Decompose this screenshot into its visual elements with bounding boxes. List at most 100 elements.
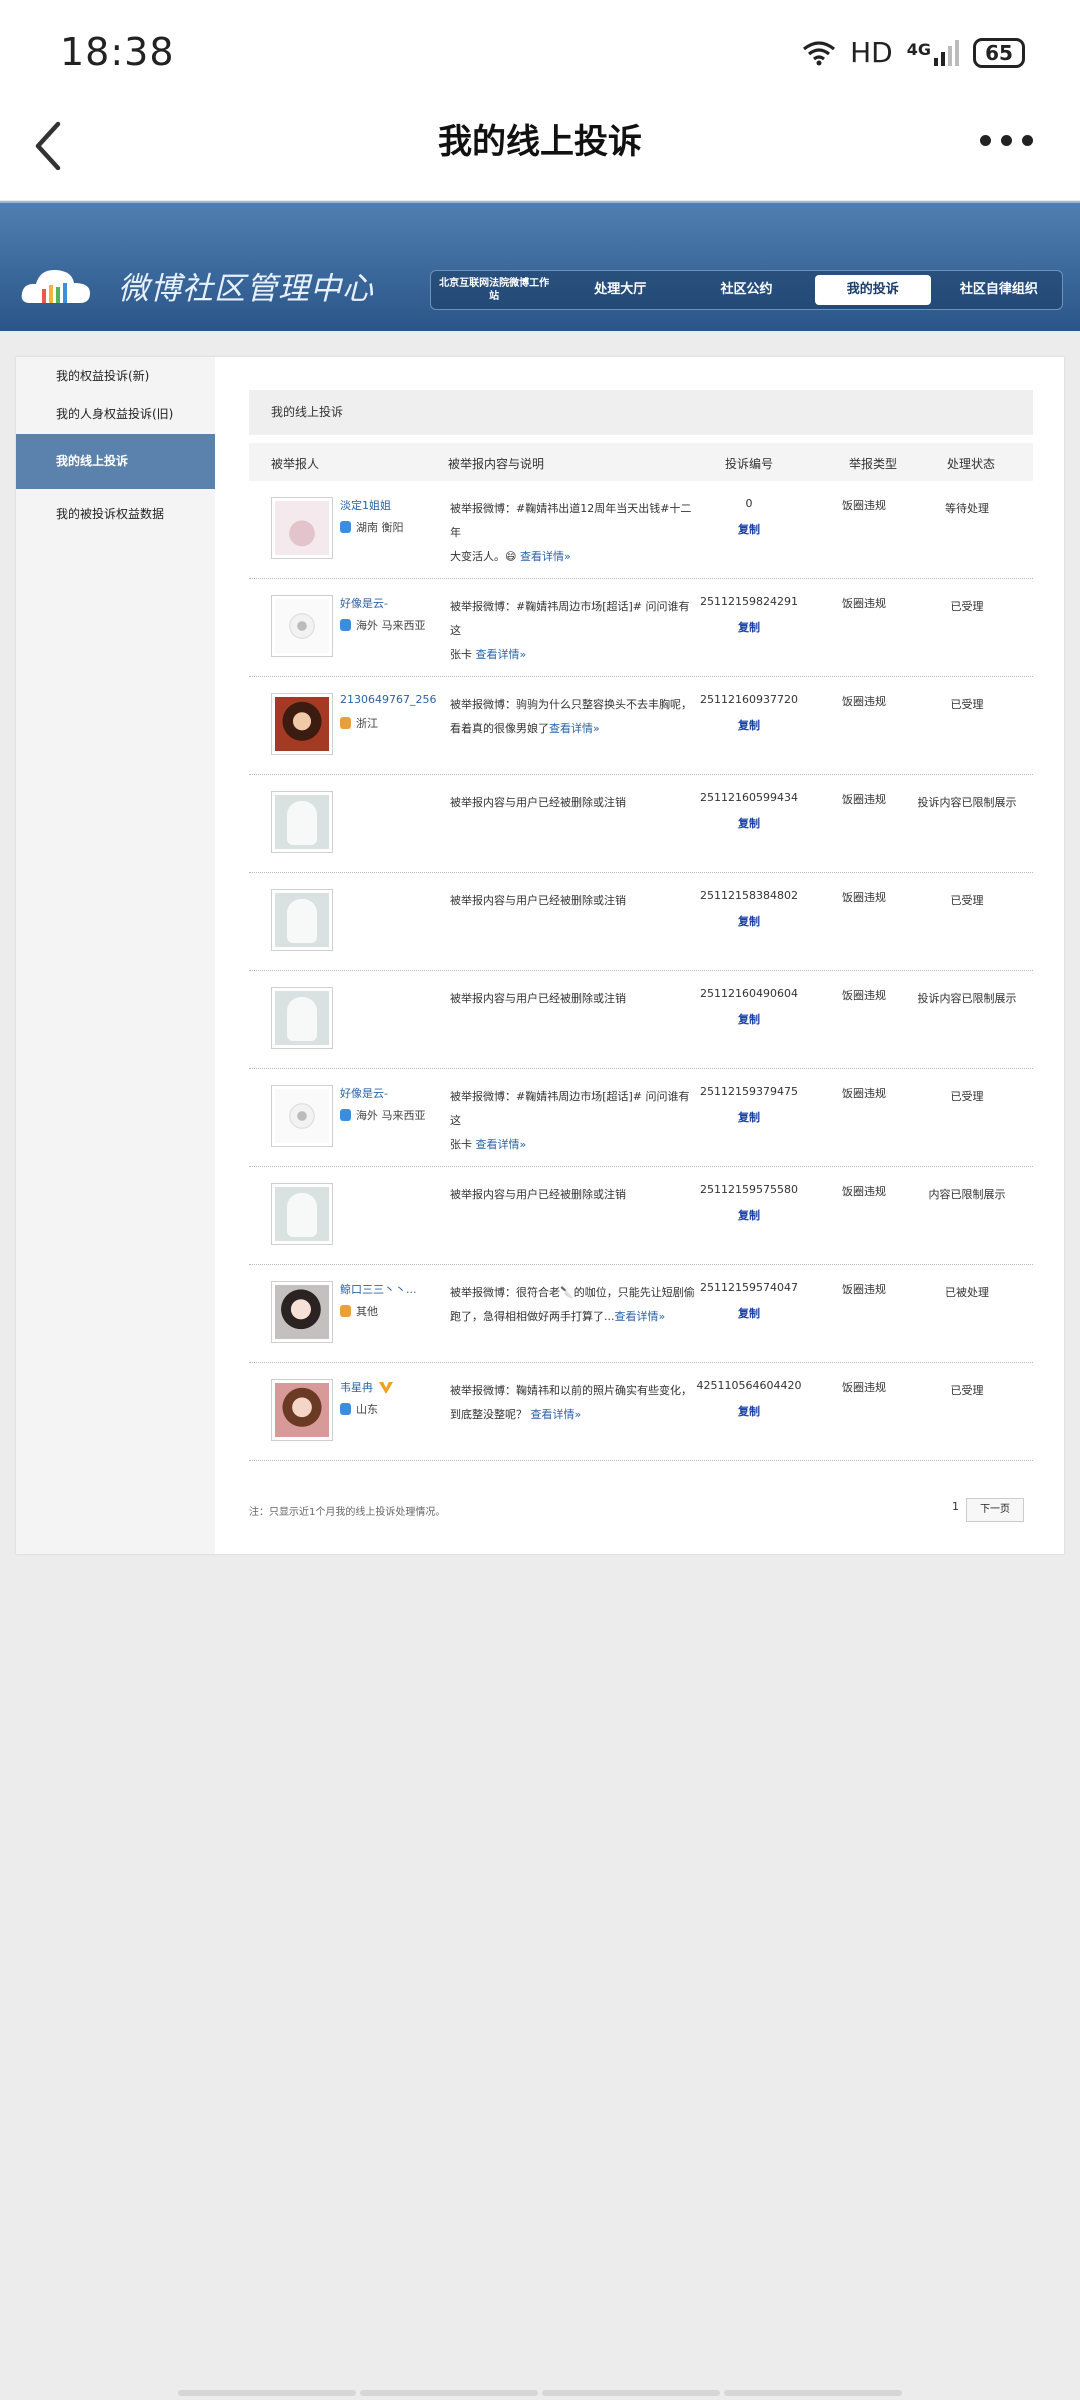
nav-self-regulation[interactable]: 社区自律组织 xyxy=(941,275,1057,305)
sidebar-item-online-complaints[interactable]: 我的线上投诉 xyxy=(16,434,215,489)
reported-username[interactable]: 淡定1姐姐 xyxy=(340,497,391,513)
status-text: 投诉内容已限制展示 xyxy=(917,992,1017,1005)
view-details-link[interactable]: 查看详情» xyxy=(476,648,527,661)
report-type: 饭圈违规 xyxy=(842,597,886,610)
avatar[interactable] xyxy=(271,1183,333,1245)
status-text: 已受理 xyxy=(950,1090,984,1103)
complaint-content: 被举报微博：#鞠婧祎周边市场[超话]# 问问谁有这 张卡 查看详情» xyxy=(450,1085,695,1157)
status-text: 已被处理 xyxy=(945,1286,989,1299)
complaint-id: 25112160937720 xyxy=(700,693,798,706)
status-text: 已受理 xyxy=(950,698,984,711)
copy-button[interactable]: 复制 xyxy=(689,1207,809,1223)
reported-username[interactable]: 好像是云- xyxy=(340,1085,388,1101)
content-line-1: 被举报微博：#鞠婧祎出道12周年当天出钱#十二年 xyxy=(450,502,692,539)
sidebar-item-complained-rights-data[interactable]: 我的被投诉权益数据 xyxy=(16,505,215,522)
user-location: 海外 马来西亚 xyxy=(340,1107,426,1123)
copy-button[interactable]: 复制 xyxy=(689,1305,809,1321)
complaint-content: 被举报内容与用户已经被删除或注销 xyxy=(450,1183,695,1207)
status-icons: HD 4G 65 xyxy=(802,36,1025,69)
page-number[interactable]: 1 xyxy=(952,1500,959,1513)
complaint-id: 25112160490604 xyxy=(700,987,798,1000)
status-text: 等待处理 xyxy=(945,502,989,515)
nav-processing-hall[interactable]: 处理大厅 xyxy=(562,275,678,305)
gesture-bar xyxy=(178,2390,902,2396)
reported-username[interactable]: 鲸口三三丶丶... xyxy=(340,1281,417,1297)
avatar[interactable] xyxy=(271,1085,333,1147)
content-panel: 我的权益投诉(新) 我的人身权益投诉(旧) 我的线上投诉 我的被投诉权益数据 我… xyxy=(16,357,1064,1554)
user-gender-icon xyxy=(340,1403,351,1415)
user-gender-icon xyxy=(340,521,351,533)
report-type: 饭圈违规 xyxy=(842,1381,886,1394)
avatar[interactable] xyxy=(271,791,333,853)
sidebar-item-personal-rights-old[interactable]: 我的人身权益投诉(旧) xyxy=(16,405,215,422)
nav-court-workstation[interactable]: 北京互联网法院微博工作站 xyxy=(436,275,552,305)
network-label: HD xyxy=(850,36,893,69)
view-details-link[interactable]: 查看详情» xyxy=(531,1408,582,1421)
top-nav: 北京互联网法院微博工作站 处理大厅 社区公约 我的投诉 社区自律组织 xyxy=(430,270,1063,310)
user-gender-icon xyxy=(340,1109,351,1121)
copy-button[interactable]: 复制 xyxy=(689,815,809,831)
cloud-logo-icon xyxy=(21,269,90,303)
view-details-link[interactable]: 查看详情» xyxy=(520,550,571,563)
copy-button[interactable]: 复制 xyxy=(689,521,809,537)
complaint-table: 淡定1姐姐 湖南 衡阳 被举报微博：#鞠婧祎出道12周年当天出钱#十二年 大变活人。😄… xyxy=(249,481,1033,1461)
nav-my-complaints[interactable]: 我的投诉 xyxy=(814,275,931,305)
user-location: 其他 xyxy=(340,1303,378,1319)
content-line-2: 看着真的很像男娘了 xyxy=(450,722,549,735)
more-options-icon[interactable] xyxy=(980,130,1040,150)
nav-community-rules[interactable]: 社区公约 xyxy=(688,275,804,305)
copy-button[interactable]: 复制 xyxy=(689,913,809,929)
content-line-1: 被举报内容与用户已经被删除或注销 xyxy=(450,992,626,1005)
col-reported-user: 被举报人 xyxy=(271,457,320,471)
avatar[interactable] xyxy=(271,1379,333,1441)
avatar[interactable] xyxy=(271,987,333,1049)
avatar[interactable] xyxy=(271,1281,333,1343)
report-type: 饭圈违规 xyxy=(842,499,886,512)
status-text: 投诉内容已限制展示 xyxy=(917,796,1017,809)
location-text: 山东 xyxy=(356,1403,378,1416)
content-line-1: 被举报微博：鞠婧祎和以前的照片确实有些变化， xyxy=(450,1384,692,1397)
complaint-id: 0 xyxy=(745,497,753,510)
view-details-link[interactable]: 查看详情» xyxy=(476,1138,527,1151)
user-location: 海外 马来西亚 xyxy=(340,617,426,633)
reported-username[interactable]: 2130649767_256 xyxy=(340,693,436,706)
content-line-2: 张卡 xyxy=(450,648,476,661)
table-header: 被举报人 被举报内容与说明 投诉编号 举报类型 处理状态 xyxy=(249,443,1033,481)
report-type: 饭圈违规 xyxy=(842,1283,886,1296)
content-line-1: 被举报微博：驹驹为什么只整容换头不去丰胸呢， xyxy=(450,698,692,711)
copy-button[interactable]: 复制 xyxy=(689,619,809,635)
sidebar: 我的权益投诉(新) 我的人身权益投诉(旧) 我的线上投诉 我的被投诉权益数据 xyxy=(16,357,215,1554)
col-status: 处理状态 xyxy=(947,457,996,471)
avatar[interactable] xyxy=(271,497,333,559)
battery-icon: 65 xyxy=(973,37,1025,68)
copy-button[interactable]: 复制 xyxy=(689,717,809,733)
complaint-id: 25112159574047 xyxy=(700,1281,798,1294)
content-line-1: 被举报内容与用户已经被删除或注销 xyxy=(450,796,626,809)
complaint-content: 被举报微博：#鞠婧祎出道12周年当天出钱#十二年 大变活人。😄 查看详情» xyxy=(450,497,695,569)
reported-username[interactable]: 好像是云- xyxy=(340,595,388,611)
sidebar-item-rights-complaints-new[interactable]: 我的权益投诉(新) xyxy=(16,367,215,384)
reported-username[interactable]: 韦星冉 xyxy=(340,1379,393,1395)
location-text: 浙江 xyxy=(356,717,378,730)
complaint-id: 25112160599434 xyxy=(700,791,798,804)
main-content: 我的线上投诉 被举报人 被举报内容与说明 投诉编号 举报类型 处理状态 淡定1姐… xyxy=(249,390,1033,1461)
copy-button[interactable]: 复制 xyxy=(689,1109,809,1125)
table-row: 淡定1姐姐 湖南 衡阳 被举报微博：#鞠婧祎出道12周年当天出钱#十二年 大变活人。😄… xyxy=(249,481,1033,579)
next-page-button[interactable]: 下一页 xyxy=(966,1498,1024,1522)
avatar[interactable] xyxy=(271,693,333,755)
complaint-content: 被举报微博：鞠婧祎和以前的照片确实有些变化， 到底整没整呢？ 查看详情» xyxy=(450,1379,695,1427)
content-line-1: 被举报内容与用户已经被删除或注销 xyxy=(450,894,626,907)
report-type: 饭圈违规 xyxy=(842,695,886,708)
table-row: 好像是云- 海外 马来西亚 被举报微博：#鞠婧祎周边市场[超话]# 问问谁有这 张卡 … xyxy=(249,579,1033,677)
content-line-1: 被举报内容与用户已经被删除或注销 xyxy=(450,1188,626,1201)
complaint-id: 25112158384802 xyxy=(700,889,798,902)
copy-button[interactable]: 复制 xyxy=(689,1403,809,1419)
complaint-content: 被举报内容与用户已经被删除或注销 xyxy=(450,987,695,1011)
copy-button[interactable]: 复制 xyxy=(689,1011,809,1027)
avatar[interactable] xyxy=(271,889,333,951)
content-line-2: 跑了，急得相相做好两手打算了... xyxy=(450,1310,615,1323)
avatar[interactable] xyxy=(271,595,333,657)
view-details-link[interactable]: 查看详情» xyxy=(549,722,600,735)
view-details-link[interactable]: 查看详情» xyxy=(615,1310,666,1323)
complaint-content: 被举报微博：#鞠婧祎周边市场[超话]# 问问谁有这 张卡 查看详情» xyxy=(450,595,695,667)
